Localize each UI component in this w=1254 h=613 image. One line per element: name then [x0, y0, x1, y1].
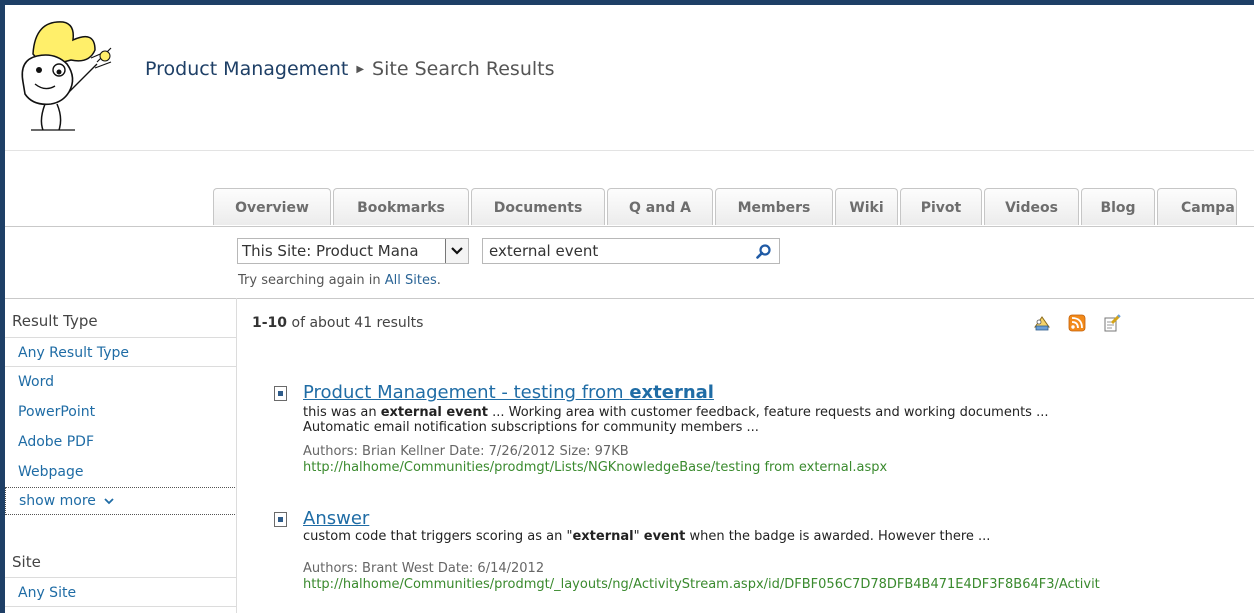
snippet-text: this was an: [303, 405, 381, 420]
result-snippet: this was an external event ... Working a…: [303, 405, 1093, 435]
tab-blog[interactable]: Blog: [1081, 188, 1155, 225]
document-icon: [274, 512, 287, 527]
retry-prefix: Try searching again in: [238, 273, 385, 288]
result-url[interactable]: http://halhome/Communities/prodmgt/_layo…: [303, 577, 1100, 592]
tab-members[interactable]: Members: [715, 188, 833, 225]
search-retry-hint: Try searching again in All Sites.: [238, 273, 441, 288]
cartoon-logo-icon[interactable]: [15, 12, 127, 134]
tab-videos[interactable]: Videos: [984, 188, 1079, 225]
result-meta: Authors: Brian Kellner Date: 7/26/2012 S…: [303, 444, 629, 459]
snippet-highlight: external: [572, 529, 634, 544]
all-sites-link[interactable]: All Sites: [385, 273, 437, 288]
retry-suffix: .: [436, 273, 441, 288]
result-total: of about 41 results: [287, 315, 424, 331]
result-title-link[interactable]: Product Management - testing from extern…: [303, 382, 714, 403]
search-action-icon[interactable]: [1103, 314, 1121, 332]
result-title-highlight: external: [629, 382, 714, 403]
refiner-adobe-pdf[interactable]: Adobe PDF: [5, 427, 237, 457]
document-icon: [274, 386, 287, 401]
snippet-text: custom code that triggers scoring as an …: [303, 529, 573, 544]
result-actions: [1033, 314, 1121, 332]
triangle-right-icon: ▶: [356, 64, 365, 75]
nav-divider: [236, 298, 237, 613]
alert-me-icon[interactable]: [1033, 314, 1051, 332]
tab-wiki[interactable]: Wiki: [835, 188, 898, 225]
refiner-webpage[interactable]: Webpage: [5, 457, 237, 487]
tab-overview[interactable]: Overview: [213, 188, 331, 225]
snippet-highlight: event: [643, 529, 686, 544]
tab-bookmarks[interactable]: Bookmarks: [333, 188, 469, 225]
refiner-powerpoint[interactable]: PowerPoint: [5, 397, 237, 427]
search-scope-value: This Site: Product Mana: [242, 242, 419, 260]
window-frame-top: [0, 0, 1254, 5]
result-title-link[interactable]: Answer: [303, 508, 369, 529]
refiner-any-result-type[interactable]: Any Result Type: [5, 337, 237, 367]
search-query-text: external event: [489, 242, 599, 260]
tab-q-and-a[interactable]: Q and A: [607, 188, 713, 225]
search-divider: [5, 298, 1254, 299]
show-more-button[interactable]: show more: [5, 487, 237, 515]
result-title-text: Answer: [303, 508, 370, 529]
result-snippet: custom code that triggers scoring as an …: [303, 529, 1093, 544]
window-frame-left: [0, 0, 5, 613]
snippet-highlight: external event: [380, 405, 488, 420]
result-range: 1-10: [252, 315, 288, 331]
refiner-any-site[interactable]: Any Site: [5, 577, 237, 607]
search-input[interactable]: external event: [482, 238, 780, 264]
snippet-text: when the badge is awarded. However there…: [685, 529, 991, 544]
tab-documents[interactable]: Documents: [471, 188, 605, 225]
tab-campaigns[interactable]: Campa: [1157, 188, 1237, 225]
result-meta: Authors: Brant West Date: 6/14/2012: [303, 561, 545, 576]
header-divider: [5, 150, 1254, 151]
page-title: Site Search Results: [372, 58, 555, 80]
site-heading: Site: [12, 553, 41, 571]
refiner-word[interactable]: Word: [5, 367, 237, 397]
breadcrumb: Product Management ▶ Site Search Results: [145, 58, 555, 80]
magnifier-icon[interactable]: [755, 243, 773, 261]
site-tabs: Overview Bookmarks Documents Q and A Mem…: [213, 188, 1239, 227]
breadcrumb-site-link[interactable]: Product Management: [145, 58, 348, 80]
show-more-label: show more: [19, 493, 96, 509]
snippet-text: ": [633, 529, 644, 544]
result-url[interactable]: http://halhome/Communities/prodmgt/Lists…: [303, 460, 887, 475]
rss-icon[interactable]: [1068, 314, 1086, 332]
tabs-baseline: [5, 226, 1254, 227]
search-scope-select[interactable]: This Site: Product Mana: [237, 238, 469, 264]
result-title-text: Product Management - testing from: [303, 382, 630, 403]
tab-pivot[interactable]: Pivot: [900, 188, 982, 225]
chevron-down-icon[interactable]: [445, 239, 468, 263]
chevron-down-icon: [104, 498, 114, 505]
result-count: 1-10 of about 41 results: [252, 315, 423, 331]
result-type-heading: Result Type: [12, 312, 98, 330]
